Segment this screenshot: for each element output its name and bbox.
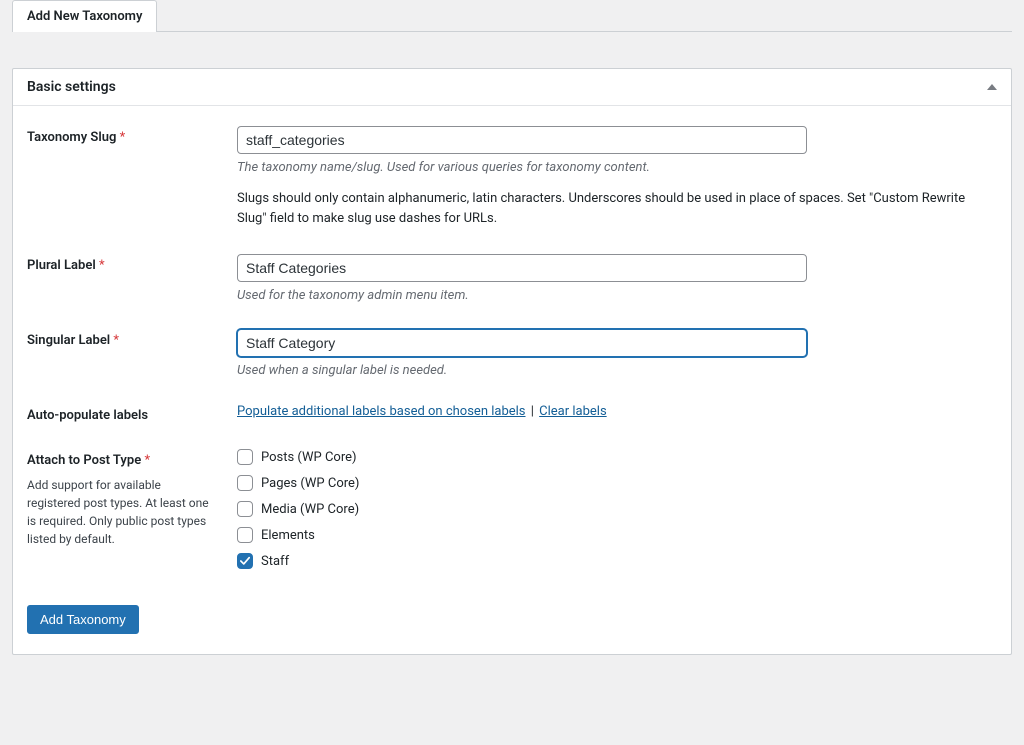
checkbox-label[interactable]: Staff [261, 554, 289, 569]
panel-header[interactable]: Basic settings [13, 69, 1011, 106]
taxonomy-slug-desc: The taxonomy name/slug. Used for various… [237, 160, 997, 175]
tab-add-new-taxonomy[interactable]: Add New Taxonomy [12, 0, 157, 32]
checkbox-pages-wp-core[interactable] [237, 475, 253, 491]
plural-label-label: Plural Label [27, 258, 96, 273]
checkbox-media-wp-core[interactable] [237, 501, 253, 517]
checkbox-label[interactable]: Media (WP Core) [261, 502, 359, 517]
checkbox-label[interactable]: Posts (WP Core) [261, 450, 357, 465]
checkbox-label[interactable]: Elements [261, 528, 315, 543]
taxonomy-slug-input[interactable] [237, 126, 807, 154]
checkbox-posts-wp-core[interactable] [237, 449, 253, 465]
clear-labels-link[interactable]: Clear labels [539, 404, 607, 419]
taxonomy-slug-label: Taxonomy Slug [27, 130, 116, 145]
required-marker: * [99, 258, 105, 273]
singular-label-desc: Used when a singular label is needed. [237, 363, 997, 378]
autopopulate-label: Auto-populate labels [27, 408, 148, 423]
required-marker: * [120, 130, 126, 145]
required-marker: * [113, 333, 119, 348]
checkbox-staff[interactable] [237, 553, 253, 569]
attach-post-type-help: Add support for available registered pos… [27, 476, 217, 548]
populate-labels-link[interactable]: Populate additional labels based on chos… [237, 404, 526, 419]
basic-settings-panel: Basic settings Taxonomy Slug * The taxon… [12, 68, 1012, 655]
collapse-icon [987, 84, 997, 90]
panel-title: Basic settings [27, 79, 116, 95]
plural-label-desc: Used for the taxonomy admin menu item. [237, 288, 997, 303]
singular-label-label: Singular Label [27, 333, 110, 348]
checkbox-elements[interactable] [237, 527, 253, 543]
taxonomy-slug-help: Slugs should only contain alphanumeric, … [237, 189, 997, 228]
attach-post-type-label: Attach to Post Type [27, 453, 141, 468]
required-marker: * [144, 453, 150, 468]
singular-label-input[interactable] [237, 329, 807, 357]
tab-underline [157, 0, 1012, 32]
checkbox-label[interactable]: Pages (WP Core) [261, 476, 359, 491]
link-divider: | [528, 404, 538, 419]
plural-label-input[interactable] [237, 254, 807, 282]
add-taxonomy-button[interactable]: Add Taxonomy [27, 605, 139, 634]
